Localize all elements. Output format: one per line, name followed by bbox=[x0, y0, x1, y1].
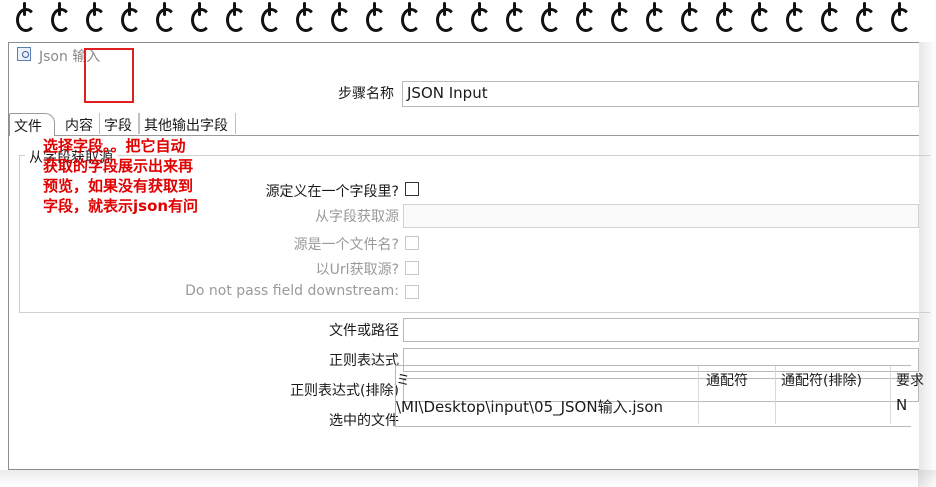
tab-file[interactable]: 文件 bbox=[9, 113, 55, 136]
source-in-field-label: 源定义在一个字段里? bbox=[265, 184, 399, 200]
page-shadow-bottom bbox=[0, 470, 936, 487]
table-column-divider bbox=[775, 366, 776, 424]
file-or-directory-label: 文件或路径 bbox=[329, 323, 399, 339]
source-in-field-checkbox[interactable] bbox=[405, 182, 419, 196]
red-annotation-note: 选择字段。。把它自动 获取的字段展示出来再 预览，如果没有获取到 字段，就表示j… bbox=[43, 137, 199, 215]
table-header-wildcard-exclude[interactable]: 通配符(排除) bbox=[781, 370, 862, 390]
tab-additional-output-fields[interactable]: 其他输出字段 bbox=[139, 113, 236, 134]
json-input-icon bbox=[17, 47, 31, 61]
table-column-divider bbox=[698, 366, 699, 424]
exclude-regex-label: 正则表达式(排除) bbox=[290, 383, 399, 399]
do-not-pass-field-checkbox[interactable] bbox=[405, 285, 419, 299]
fields-tab-highlight-box bbox=[84, 48, 134, 103]
dialog-titlebar: Json 输入 bbox=[9, 43, 919, 65]
source-is-url-checkbox[interactable] bbox=[405, 261, 419, 275]
tab-fields[interactable]: 字段 bbox=[99, 113, 139, 134]
table-header-required[interactable]: 要求 bbox=[896, 370, 924, 390]
step-name-label: 步骤名称 bbox=[338, 86, 394, 102]
table-column-divider bbox=[890, 366, 891, 424]
table-header-wildcard[interactable]: 通配符 bbox=[706, 370, 748, 390]
do-not-pass-field-label: Do not pass field downstream: bbox=[185, 283, 399, 299]
source-field-select[interactable] bbox=[403, 204, 919, 228]
table-header-filename[interactable]: ミ bbox=[396, 370, 410, 390]
tab-content[interactable]: 内容 bbox=[61, 113, 97, 134]
source-field-label: 从字段获取源 bbox=[315, 209, 399, 225]
selected-files-table: ミ 通配符 通配符(排除) 要求 \MI\Desktop\input\05_JS… bbox=[395, 365, 924, 427]
regex-label: 正则表达式 bbox=[329, 353, 399, 369]
table-cell-filename[interactable]: \MI\Desktop\input\05_JSON输入.json bbox=[396, 396, 663, 417]
source-is-url-label: 以Url获取源? bbox=[315, 262, 399, 278]
table-cell-required[interactable]: N bbox=[896, 396, 907, 414]
file-or-directory-input[interactable] bbox=[403, 318, 919, 342]
source-is-filename-checkbox[interactable] bbox=[405, 236, 419, 250]
selected-files-label: 选中的文件 bbox=[329, 413, 399, 429]
source-is-filename-label: 源是一个文件名? bbox=[293, 237, 399, 253]
tab-bar: 文件 内容 字段 其他输出字段 bbox=[9, 113, 919, 136]
spiral-binding-decoration bbox=[0, 0, 936, 34]
step-name-input[interactable]: JSON Input bbox=[402, 81, 919, 107]
